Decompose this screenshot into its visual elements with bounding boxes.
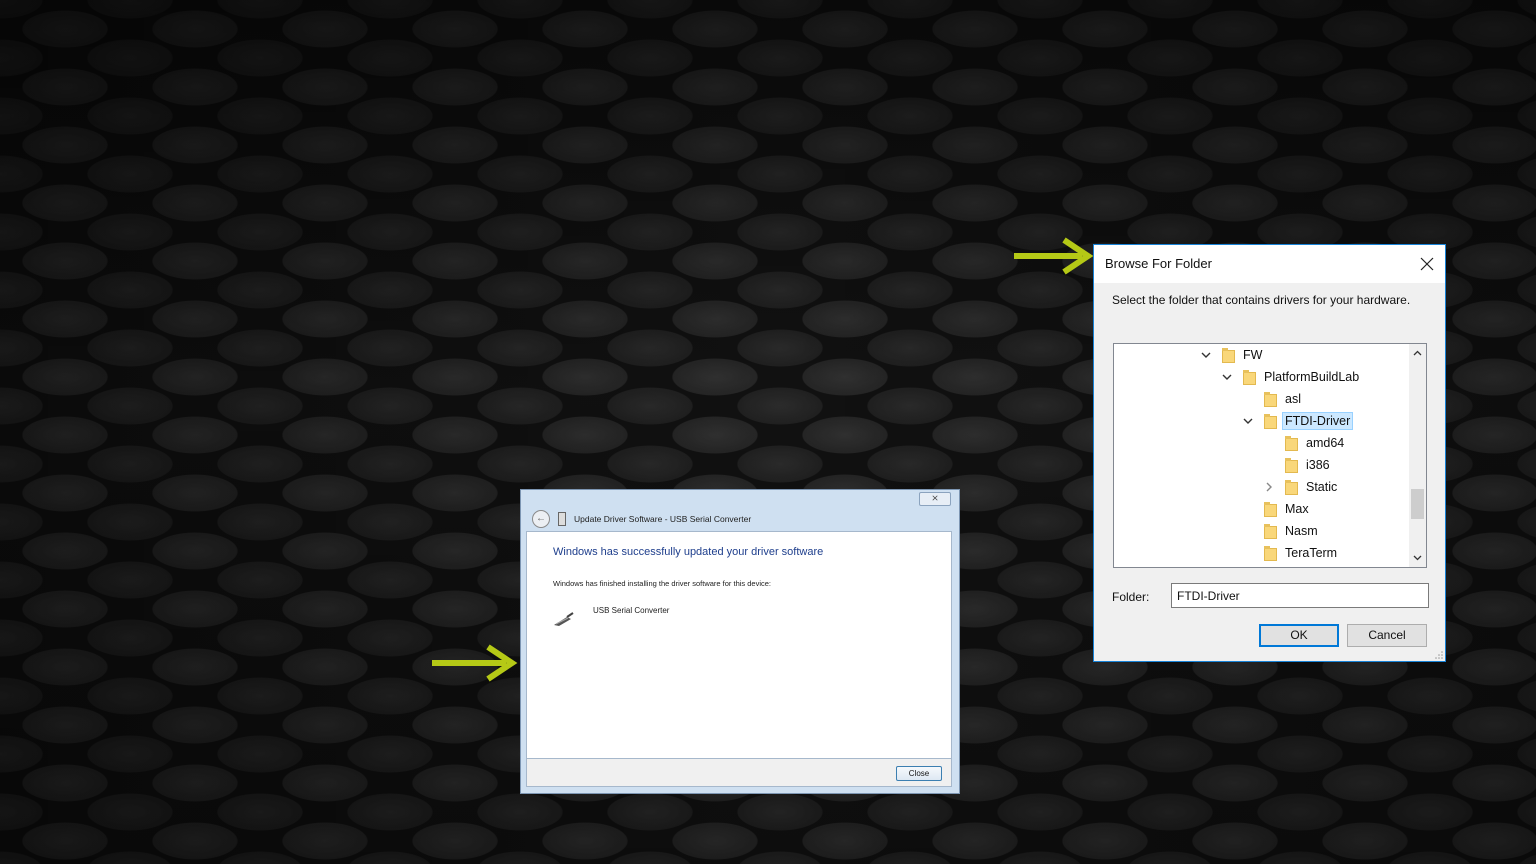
folder-icon (1285, 479, 1298, 495)
device-icon (558, 512, 566, 526)
folder-icon (1285, 435, 1298, 451)
tree-scrollbar[interactable] (1409, 344, 1426, 567)
folder-icon (1243, 369, 1256, 385)
folder-input[interactable] (1171, 583, 1429, 608)
dialog-description: Select the folder that contains drivers … (1112, 293, 1411, 307)
close-button[interactable]: Close (896, 766, 942, 781)
chevron-down-icon[interactable] (1200, 349, 1212, 361)
folder-icon (1264, 391, 1277, 407)
device-name: USB Serial Converter (593, 606, 670, 615)
tree-item[interactable]: Nasm (1242, 520, 1318, 542)
chevron-down-icon[interactable] (1242, 415, 1254, 427)
folder-icon (1264, 523, 1277, 539)
tree-item-label: TeraTerm (1285, 546, 1338, 560)
tree-item-label: Nasm (1285, 524, 1318, 538)
close-icon[interactable] (1417, 254, 1437, 274)
dialog-title: Update Driver Software - USB Serial Conv… (574, 514, 752, 524)
arrow-to-update-dialog-icon (432, 644, 518, 682)
success-message: Windows has finished installing the driv… (553, 579, 772, 588)
dialog-content: Windows has successfully updated your dr… (526, 531, 952, 759)
dialog-footer: Close (526, 759, 952, 787)
update-driver-dialog: ⨯ ← Update Driver Software - USB Serial … (520, 489, 960, 794)
scroll-down-icon[interactable] (1412, 552, 1423, 563)
tree-item[interactable]: amd64 (1263, 432, 1344, 454)
tree-item-label: PlatformBuildLab (1264, 370, 1360, 384)
tree-item-label: i386 (1306, 458, 1330, 472)
scroll-up-icon[interactable] (1412, 348, 1423, 359)
tree-item[interactable]: i386 (1263, 454, 1330, 476)
tree-item-label: FTDI-Driver (1282, 412, 1354, 430)
tree-item[interactable]: Static (1263, 476, 1337, 498)
folder-icon (1264, 413, 1277, 429)
tree-item-label: FW (1243, 348, 1263, 362)
folder-icon (1222, 347, 1235, 363)
dialog-title: Browse For Folder (1105, 256, 1212, 271)
folder-tree[interactable]: FW PlatformBuildLab asl FTDI-Driver amd64 i38… (1113, 343, 1427, 568)
tree-item[interactable]: FTDI-Driver (1242, 410, 1354, 432)
tree-item[interactable]: TeraTerm (1242, 542, 1337, 564)
chevron-right-icon[interactable] (1263, 481, 1275, 493)
folder-icon (1264, 501, 1277, 517)
tree-item[interactable]: PlatformBuildLab (1221, 366, 1359, 388)
resize-grip-icon[interactable] (1435, 651, 1443, 659)
cancel-button[interactable]: Cancel (1347, 624, 1427, 647)
back-arrow-icon[interactable]: ← (532, 510, 550, 528)
folder-icon (1285, 457, 1298, 473)
installed-device: USB Serial Converter (553, 606, 669, 627)
folder-label: Folder: (1112, 590, 1150, 604)
arrow-to-browse-dialog-icon (1014, 237, 1094, 275)
folder-icon (1264, 545, 1277, 561)
tree-item-label: amd64 (1306, 436, 1345, 450)
chevron-down-icon[interactable] (1221, 371, 1233, 383)
tree-item[interactable]: Max (1242, 498, 1309, 520)
title-bar: Browse For Folder (1094, 245, 1445, 283)
browse-for-folder-dialog: Browse For Folder Select the folder that… (1093, 244, 1446, 662)
tree-item-label: Static (1306, 480, 1338, 494)
success-heading: Windows has successfully updated your dr… (553, 546, 824, 558)
window-close-button[interactable]: ⨯ (919, 492, 951, 506)
tree-item[interactable]: asl (1242, 388, 1301, 410)
scroll-thumb[interactable] (1411, 489, 1424, 519)
dialog-header: ← Update Driver Software - USB Serial Co… (526, 508, 953, 530)
tree-item-label: Max (1285, 502, 1309, 516)
tree-item[interactable]: FW (1200, 344, 1262, 366)
usb-cable-icon (554, 612, 574, 626)
tree-item-label: asl (1285, 392, 1301, 406)
ok-button[interactable]: OK (1259, 624, 1339, 647)
